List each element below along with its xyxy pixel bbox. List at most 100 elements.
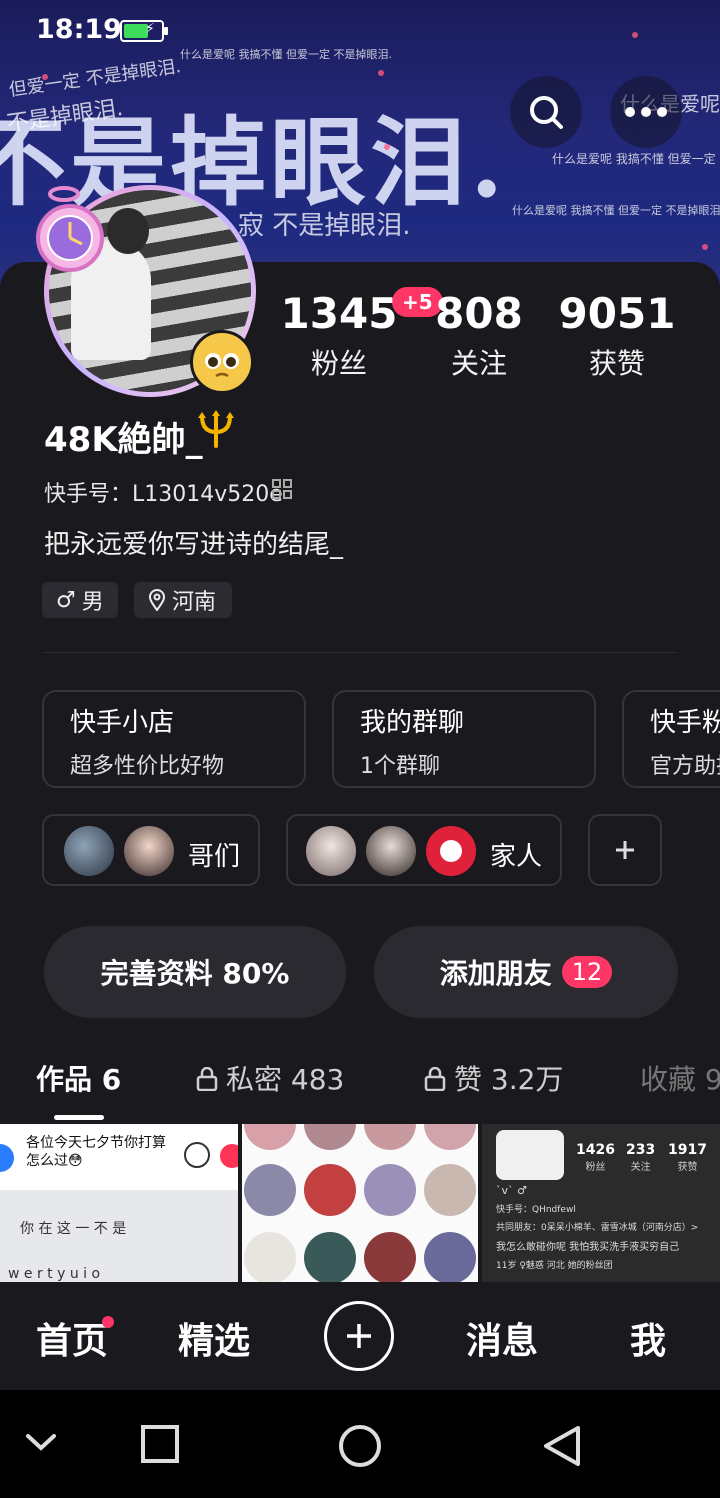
kuaishou-id[interactable]: 快手号：L13014v520e <box>44 476 283 508</box>
sticker-image <box>304 1124 356 1150</box>
male-icon: ♂ <box>56 587 76 613</box>
circle-bros[interactable]: 哥们 <box>42 814 260 886</box>
system-nav-bar <box>0 1390 720 1498</box>
stat-label: 获赞 <box>588 347 645 380</box>
avatar <box>496 1130 564 1180</box>
avatar <box>304 824 358 878</box>
tab-works[interactable]: 作品 6 <box>36 1058 121 1098</box>
tab-indicator <box>54 1115 104 1120</box>
banner-sparkle <box>42 74 48 80</box>
add-friends-count-badge: 12 <box>561 956 613 988</box>
nav-messages[interactable]: 消息 <box>466 1312 538 1364</box>
bottom-nav: 首页 精选 消息 我 <box>0 1282 720 1390</box>
tab-private-label: 私密 483 <box>226 1063 345 1096</box>
more-icon <box>625 107 667 117</box>
sticker-image <box>424 1232 476 1282</box>
qr-code-icon[interactable] <box>272 479 292 499</box>
profile-stats: 1345 粉丝 808 关注 9051 获赞 <box>0 290 720 390</box>
thumbnail-text: 共同朋友：0呆呆小棉羊、雷雪冰城（河南分店）> <box>496 1223 699 1233</box>
tab-favorites[interactable]: 收藏 9 <box>640 1058 720 1098</box>
location-pin-icon <box>148 589 166 611</box>
keyboard-suggestions: 你 在 这 一 不 是 <box>20 1221 127 1237</box>
circle-label: 哥们 <box>188 842 241 872</box>
complete-profile-button[interactable]: 完善资料 80% <box>44 926 346 1018</box>
feature-title: 我的群聊 <box>360 708 465 738</box>
emoji-icon <box>184 1142 210 1168</box>
search-icon <box>530 96 563 129</box>
feature-subtitle: 官方助推 <box>650 754 720 779</box>
chevron-down-icon[interactable] <box>24 1430 58 1454</box>
sticker-image <box>244 1124 296 1150</box>
thumbnail-text: `v` ♂ <box>496 1184 527 1197</box>
thumbnail-text: 11岁 ♀魅惑 河北 她的粉丝团 <box>496 1261 613 1271</box>
divider <box>44 652 676 653</box>
tab-likes-label: 赞 3.2万 <box>454 1063 564 1096</box>
plus-icon <box>347 1324 371 1348</box>
plus-icon <box>616 841 634 859</box>
nav-home[interactable]: 首页 <box>36 1312 108 1364</box>
feature-subtitle: 超多性价比好物 <box>70 754 225 779</box>
nav-me[interactable]: 我 <box>630 1312 666 1364</box>
stat-value: 1345 <box>280 289 398 338</box>
sticker-image <box>244 1232 296 1282</box>
sticker-image <box>364 1164 416 1216</box>
banner-sparkle <box>378 70 384 76</box>
feature-subtitle: 1个群聊 <box>360 754 440 779</box>
work-thumbnail[interactable] <box>242 1124 478 1282</box>
tab-likes[interactable]: 赞 3.2万 <box>424 1058 563 1098</box>
thumbnail-stat: 1426 粉丝 <box>576 1142 615 1173</box>
feature-shop[interactable]: 快手小店 超多性价比好物 <box>42 690 306 788</box>
stat-value: 808 <box>435 289 523 338</box>
complete-profile-label: 完善资料 80% <box>100 957 290 990</box>
sticker-image <box>244 1164 296 1216</box>
nav-featured[interactable]: 精选 <box>178 1312 250 1364</box>
avatar <box>122 824 176 878</box>
add-friends-button[interactable]: 添加朋友 12 <box>374 926 678 1018</box>
gender-tag: ♂ 男 <box>42 582 118 618</box>
stat-likes[interactable]: 9051 获赞 <box>542 290 692 382</box>
username: 48K絶帥_ <box>44 420 203 460</box>
avatar <box>424 824 478 878</box>
content-tabs: 作品 6 私密 483 赞 3.2万 收藏 9 <box>0 1058 720 1118</box>
sticker-image <box>304 1232 356 1282</box>
circle-family[interactable]: 家人 <box>286 814 562 886</box>
feature-title: 快手小店 <box>70 708 175 738</box>
stat-following[interactable]: 808 关注 <box>404 290 554 382</box>
back-icon[interactable] <box>540 1424 582 1468</box>
lock-icon <box>196 1066 218 1092</box>
work-thumbnail[interactable]: 1426 粉丝 233 关注 1917 获赞 `v` ♂ 快手号：QHndfewl 共… <box>482 1124 720 1282</box>
banner-line: 什么是爱呢 我搞不懂 但爱一定 <box>552 152 716 166</box>
feature-fans-boost[interactable]: 快手粉 官方助推 <box>622 690 720 788</box>
thumbnail-stat: 1917 获赞 <box>668 1142 707 1173</box>
keyboard-image: 你 在 这 一 不 是 w e r t y u i o <box>0 1190 238 1282</box>
stat-label: 关注 <box>450 347 507 380</box>
banner-sparkle <box>702 244 708 250</box>
clock-pendant-icon <box>36 186 104 272</box>
banner-line: 什么是爱呢 我搞不懂 但爱一定 不是掉眼泪. <box>180 48 392 61</box>
feature-group-chat[interactable]: 我的群聊 1个群聊 <box>332 690 596 788</box>
thumbnail-text: 快手号：QHndfewl <box>496 1205 576 1215</box>
sticker-image <box>304 1164 356 1216</box>
banner-line: 寂 不是掉眼泪. <box>238 211 411 241</box>
thumbnail-text: 我怎么敢碰你呢 我怕我买洗手液买穷自己 <box>496 1242 680 1253</box>
sticker-image <box>364 1124 416 1150</box>
battery-icon: ⚡ <box>120 20 168 42</box>
region-tag: 河南 <box>134 582 232 618</box>
home-circle-icon[interactable] <box>338 1424 382 1468</box>
tab-private[interactable]: 私密 483 <box>196 1058 344 1098</box>
banner-sparkle <box>384 144 390 150</box>
add-circle-button[interactable] <box>588 814 662 886</box>
region-label: 河南 <box>172 590 217 615</box>
stat-label: 粉丝 <box>310 347 367 380</box>
thumbnail-stat: 233 关注 <box>626 1142 656 1173</box>
recents-icon[interactable] <box>140 1424 180 1464</box>
more-button[interactable] <box>610 76 682 148</box>
search-button[interactable] <box>510 76 582 148</box>
stat-value: 9051 <box>558 289 676 338</box>
create-button[interactable] <box>324 1301 394 1371</box>
banner-sparkle <box>632 32 638 38</box>
gender-label: 男 <box>81 590 104 615</box>
stat-fans[interactable]: 1345 粉丝 <box>264 290 414 382</box>
lock-icon <box>424 1066 446 1092</box>
work-thumbnail[interactable]: 各位今天七夕节你打算怎么过😳 你 在 这 一 不 是 w e r t y u i… <box>0 1124 238 1282</box>
